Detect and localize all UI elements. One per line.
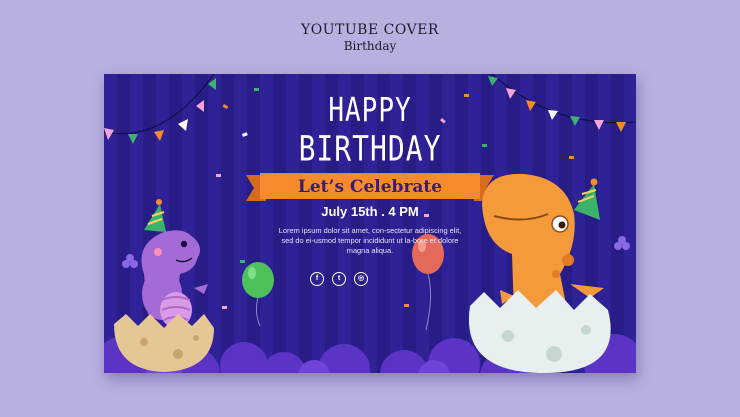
header-title: YOUTUBE COVER (301, 22, 439, 38)
page-header: YOUTUBE COVER Birthday (0, 22, 740, 53)
banner-artwork (104, 74, 636, 373)
header-subtitle: Birthday (343, 39, 397, 53)
birthday-cover-banner: HAPPY BIRTHDAY Let’s Celebrate July 15th… (104, 74, 636, 373)
ribbon-banner (246, 173, 494, 201)
